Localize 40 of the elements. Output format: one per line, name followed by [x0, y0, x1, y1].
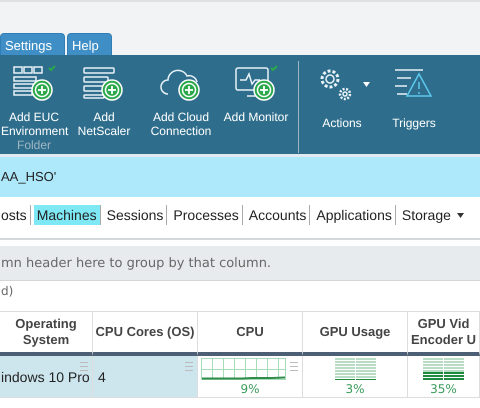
add-icon [101, 79, 123, 101]
usage-meter [444, 358, 464, 380]
view-tab[interactable]: Applications [313, 205, 396, 225]
add-icon [253, 79, 275, 101]
add-icon [31, 79, 53, 101]
usage-reading: 9% [240, 382, 260, 396]
usage-meter [334, 358, 354, 380]
monitor-icon [235, 67, 269, 97]
filter-text: d) [1, 284, 14, 298]
view-tab[interactable]: osts [0, 205, 31, 225]
view-tab[interactable]: Processes [170, 205, 243, 225]
usage-meter [423, 358, 443, 380]
view-tab[interactable]: Machines [34, 205, 101, 225]
menu-icon [290, 362, 298, 371]
view-tab[interactable]: Sessions [104, 205, 168, 225]
add-icon [178, 79, 200, 101]
view-tab[interactable]: Accounts [246, 205, 310, 225]
usage-reading: 3% [345, 382, 365, 396]
menu-icon [185, 362, 193, 371]
context-path: AA_HSO' [1, 169, 56, 184]
menu-tab[interactable]: Settings [0, 33, 65, 55]
group-hint: mn header here to group by that column. [1, 256, 272, 270]
warning-icon [394, 69, 432, 97]
table-cell: 4 [98, 368, 106, 384]
ribbon-button[interactable]: Add Cloud Connection [140, 55, 222, 153]
view-tab[interactable]: Storage [398, 205, 467, 225]
table-cell: indows 10 Pro [1, 368, 90, 384]
cloud-icon [160, 70, 198, 95]
server-icon [13, 66, 43, 96]
ribbon-button[interactable]: Add EUC Environment Folder [0, 55, 68, 153]
ribbon-button[interactable]: Actions [311, 55, 373, 153]
ribbon-button[interactable]: Add Monitor [222, 55, 290, 153]
usage-reading: 35% [430, 382, 457, 396]
ribbon-button[interactable]: Triggers [373, 55, 455, 153]
menu-icon [80, 362, 88, 371]
usage-meter [356, 358, 376, 380]
settings-icon [320, 70, 351, 100]
server-icon [83, 67, 115, 99]
ribbon-button[interactable]: Add NetScaler [68, 55, 140, 153]
menu-tab[interactable]: Help [66, 33, 112, 55]
